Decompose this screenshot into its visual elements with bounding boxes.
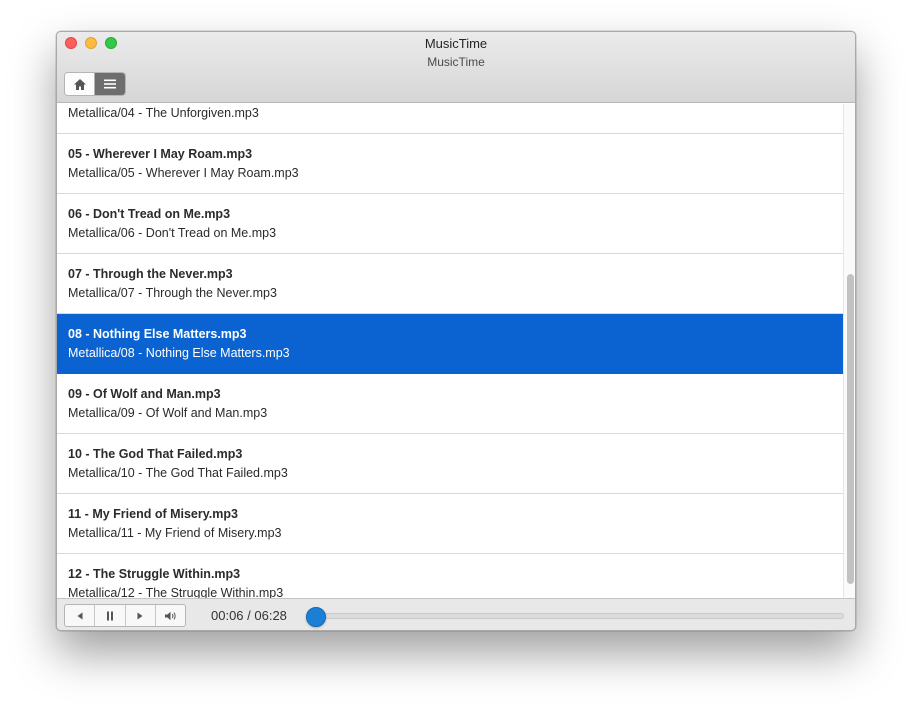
previous-icon bbox=[77, 612, 83, 619]
track-path: Metallica/09 - Of Wolf and Man.mp3 bbox=[68, 406, 268, 420]
previous-button[interactable] bbox=[65, 605, 96, 626]
track-row[interactable]: 05 - Wherever I May Roam.mp3 Metallica/0… bbox=[57, 134, 843, 194]
scrollbar-thumb[interactable] bbox=[847, 274, 854, 584]
track-title: 12 - The Struggle Within.mp3 bbox=[68, 567, 241, 581]
track-list[interactable]: Metallica/04 - The Unforgiven.mp3 05 - W… bbox=[57, 104, 843, 598]
track-path: Metallica/07 - Through the Never.mp3 bbox=[68, 286, 277, 300]
view-switcher bbox=[64, 72, 126, 96]
next-button[interactable] bbox=[126, 605, 156, 626]
track-title: 10 - The God That Failed.mp3 bbox=[68, 447, 243, 461]
app-subtitle: MusicTime bbox=[427, 55, 485, 69]
track-row[interactable]: 11 - My Friend of Misery.mp3 Metallica/1… bbox=[57, 494, 843, 554]
track-title: 08 - Nothing Else Matters.mp3 bbox=[68, 327, 247, 341]
progress-knob[interactable] bbox=[306, 607, 327, 627]
app-window: MusicTime MusicTime Metallica/04 - The U… bbox=[56, 31, 856, 631]
track-path: Metallica/08 - Nothing Else Matters.mp3 bbox=[68, 346, 290, 360]
list-view-button[interactable] bbox=[95, 73, 125, 95]
volume-icon bbox=[164, 611, 176, 620]
player-bar: 00:06 / 06:28 bbox=[57, 598, 855, 630]
track-title: 11 - My Friend of Misery.mp3 bbox=[68, 507, 238, 521]
next-icon bbox=[137, 612, 143, 619]
track-path: Metallica/04 - The Unforgiven.mp3 bbox=[68, 106, 259, 120]
track-row[interactable]: 10 - The God That Failed.mp3 Metallica/1… bbox=[57, 434, 843, 494]
track-title: 05 - Wherever I May Roam.mp3 bbox=[68, 147, 253, 161]
playback-time: 00:06 / 06:28 bbox=[211, 608, 287, 623]
track-row[interactable]: Metallica/04 - The Unforgiven.mp3 bbox=[57, 104, 843, 134]
track-path: Metallica/05 - Wherever I May Roam.mp3 bbox=[68, 166, 299, 180]
volume-button[interactable] bbox=[156, 605, 185, 626]
track-title: 09 - Of Wolf and Man.mp3 bbox=[68, 387, 221, 401]
track-title: 07 - Through the Never.mp3 bbox=[68, 267, 233, 281]
pause-icon bbox=[106, 611, 113, 620]
track-path: Metallica/11 - My Friend of Misery.mp3 bbox=[68, 526, 282, 540]
track-row[interactable]: 09 - Of Wolf and Man.mp3 Metallica/09 - … bbox=[57, 374, 843, 434]
pause-button[interactable] bbox=[95, 605, 126, 626]
window-title: MusicTime bbox=[424, 36, 488, 51]
track-row[interactable]: 12 - The Struggle Within.mp3 Metallica/1… bbox=[57, 554, 843, 598]
track-title: 06 - Don't Tread on Me.mp3 bbox=[68, 207, 231, 221]
track-row-selected[interactable]: 08 - Nothing Else Matters.mp3 Metallica/… bbox=[57, 314, 843, 374]
track-row[interactable]: 07 - Through the Never.mp3 Metallica/07 … bbox=[57, 254, 843, 314]
playback-controls bbox=[64, 604, 186, 627]
track-path: Metallica/10 - The God That Failed.mp3 bbox=[68, 466, 288, 480]
track-row[interactable]: 06 - Don't Tread on Me.mp3 Metallica/06 … bbox=[57, 194, 843, 254]
track-path: Metallica/06 - Don't Tread on Me.mp3 bbox=[68, 226, 277, 240]
title-bar: MusicTime MusicTime bbox=[57, 32, 855, 103]
vertical-scrollbar[interactable] bbox=[843, 104, 855, 598]
progress-slider[interactable] bbox=[306, 607, 844, 627]
home-icon bbox=[73, 78, 86, 90]
home-button[interactable] bbox=[65, 73, 96, 95]
list-icon bbox=[104, 79, 116, 89]
track-path: Metallica/12 - The Struggle Within.mp3 bbox=[68, 586, 284, 598]
